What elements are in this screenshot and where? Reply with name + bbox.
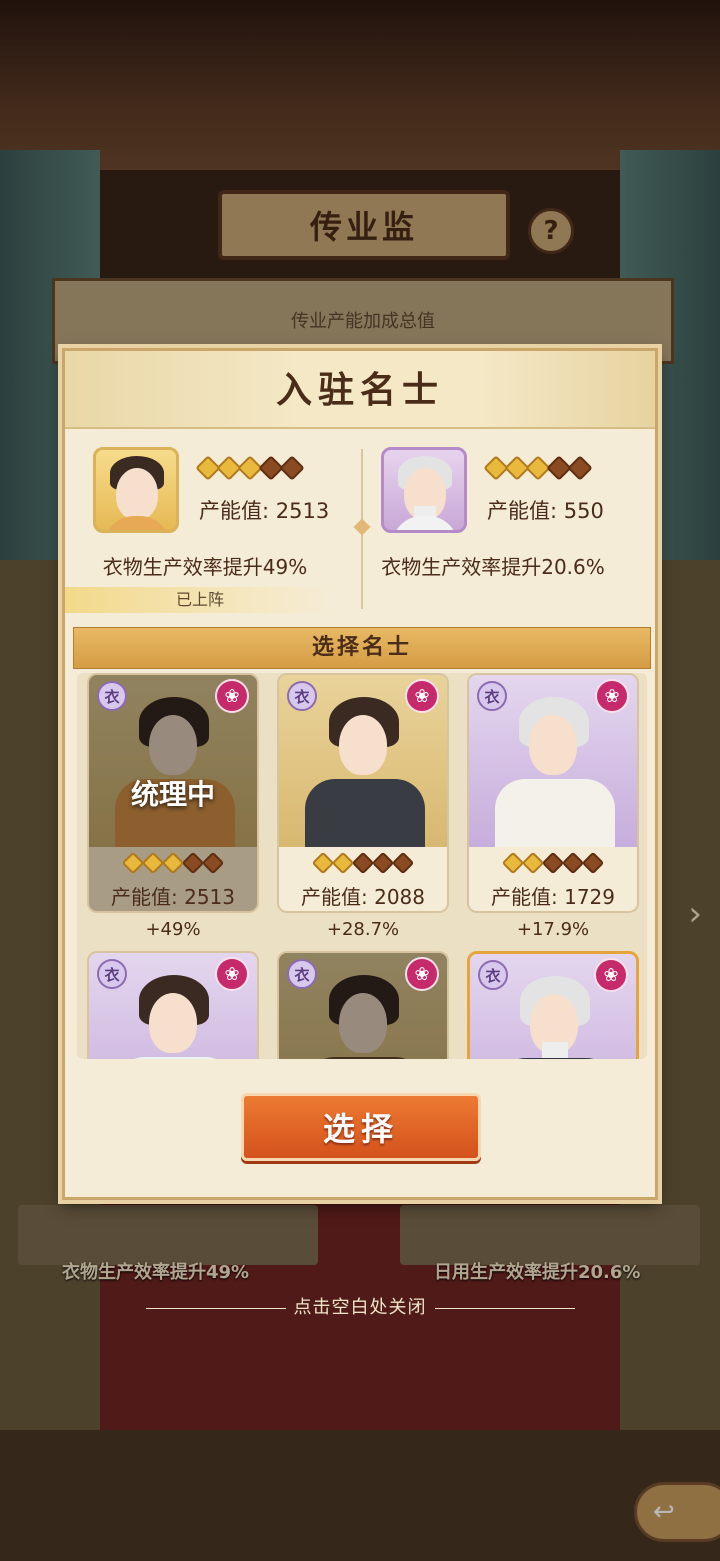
star-icon [201,851,225,875]
avatar [93,447,179,533]
effect-text: 衣物生产效率提升49% [102,555,308,579]
star-icon [351,851,375,875]
star-icon [391,851,415,875]
star-rating [89,851,257,875]
hint-line-right [434,1307,575,1309]
celebrity-card-4[interactable]: 衣 ❀ [87,951,259,1059]
close-hint-label: 点击空白处关闭 [293,1297,427,1318]
star-icon [331,851,355,875]
star-icon [121,851,145,875]
bonus-value: +17.9% [516,919,590,940]
close-hint[interactable]: 点击空白处关闭 [0,1293,720,1319]
star-icon [521,851,545,875]
face-shape [149,993,197,1053]
face-shape [529,715,577,775]
star-rating [195,455,305,481]
assigned-slot-2[interactable]: 产能值: 550 衣物生产效率提升20.6% [353,447,633,617]
star-icon [371,851,395,875]
star-icon [181,851,205,875]
star-icon [311,851,335,875]
robe-shape [305,779,425,849]
robe-shape [392,516,458,530]
lotus-icon: ❀ [594,958,628,992]
star-rating [279,851,447,875]
face-shape [339,993,387,1053]
celebrity-card-6[interactable]: 衣 ❀ [467,951,639,1059]
star-icon [561,851,585,875]
select-button[interactable]: 选择 [241,1093,481,1161]
select-celebrity-header: 选择名士 [73,627,651,669]
power-value: 产能值: 2088 [301,885,425,909]
star-rating [483,455,593,481]
celebrity-card-2[interactable]: 衣 ❀ 产能值: 2088 [277,673,449,913]
power-value: 产能值: 2513 [199,499,330,523]
status-label: 统理中 [130,778,215,811]
beard-shape [542,1042,568,1059]
celebrity-card-5[interactable]: 衣 ❀ [277,951,449,1059]
power-value: 产能值: 2513 [111,885,235,909]
clothing-tag-icon: 衣 [97,959,127,989]
face-shape [149,715,197,775]
clothing-tag-icon: 衣 [287,681,317,711]
lotus-icon: ❀ [405,679,439,713]
lotus-icon: ❀ [405,957,439,991]
clothing-tag-icon: 衣 [478,960,508,990]
clothing-tag-icon: 衣 [97,681,127,711]
clothing-tag-icon: 衣 [477,681,507,711]
power-value: 产能值: 1729 [491,885,615,909]
status-badge: 已上阵 [65,587,335,613]
celebrity-card-1[interactable]: 衣 ❀ 统理中 产能值: 2513 [87,673,259,913]
robe-shape [305,1057,425,1059]
star-icon [501,851,525,875]
assigned-slot-1[interactable]: 产能值: 2513 衣物生产效率提升49% 已上阵 [65,447,345,617]
star-icon [141,851,165,875]
face-shape [116,468,158,520]
robe-shape [495,779,615,849]
modal-title: 入驻名士 [275,370,444,411]
robe-shape [104,516,170,530]
hint-line-left [145,1307,286,1309]
avatar [381,447,467,533]
effect-text: 衣物生产效率提升20.6% [381,555,605,579]
star-icon [567,455,593,481]
bonus-value: +28.7% [326,919,400,940]
lotus-icon: ❀ [595,679,629,713]
bonus-value: +49% [145,919,201,940]
robe-shape [496,1058,616,1059]
modal-header: 入驻名士 [65,351,655,429]
robe-shape [115,1057,235,1059]
face-shape [339,715,387,775]
celebrity-modal: 入驻名士 产能值: 2513 衣物生产效率提升49% 已上阵 产能值: 550 … [62,348,658,1200]
lotus-icon: ❀ [215,679,249,713]
power-value: 产能值: 550 [487,499,604,523]
star-rating [469,851,637,875]
lotus-icon: ❀ [215,957,249,991]
celebrity-card-3[interactable]: 衣 ❀ 产能值: 1729 [467,673,639,913]
star-icon [581,851,605,875]
star-icon [541,851,565,875]
clothing-tag-icon: 衣 [287,959,317,989]
star-icon [161,851,185,875]
star-icon [279,455,305,481]
celebrity-grid[interactable]: 衣 ❀ 统理中 产能值: 2513 +49% 衣 ❀ 产能值: 2088 +28… [77,673,647,1059]
